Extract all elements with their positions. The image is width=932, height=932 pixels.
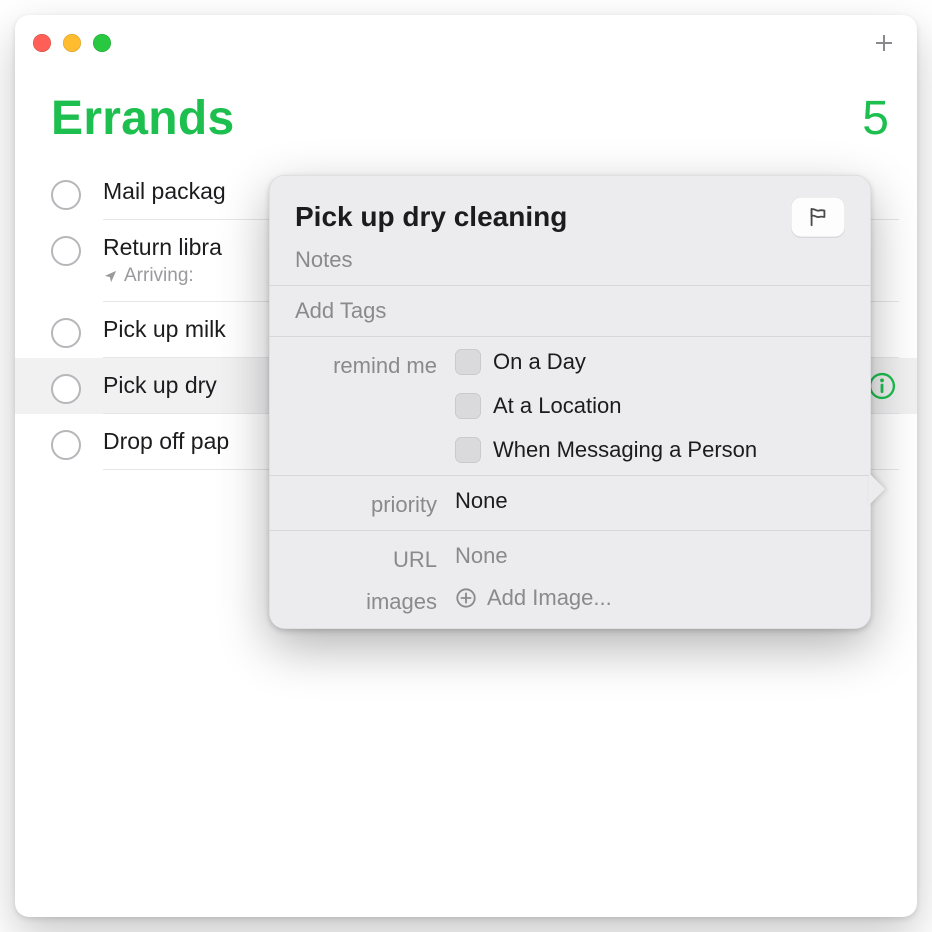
- images-label: images: [295, 585, 437, 615]
- titlebar: [15, 15, 917, 71]
- url-value[interactable]: None: [455, 543, 845, 569]
- info-icon: [868, 372, 896, 400]
- tags-field[interactable]: Add Tags: [295, 298, 845, 324]
- list-header: Errands 5: [15, 71, 917, 164]
- zoom-window-button[interactable]: [93, 34, 111, 52]
- checkbox[interactable]: [455, 437, 481, 463]
- complete-toggle[interactable]: [51, 236, 81, 266]
- complete-toggle[interactable]: [51, 430, 81, 460]
- flag-icon: [807, 206, 829, 228]
- list-count: 5: [862, 91, 889, 146]
- add-image-button[interactable]: Add Image...: [455, 585, 845, 611]
- checkbox[interactable]: [455, 349, 481, 375]
- close-window-button[interactable]: [33, 34, 51, 52]
- list-title: Errands: [51, 91, 235, 146]
- minimize-window-button[interactable]: [63, 34, 81, 52]
- complete-toggle[interactable]: [51, 180, 81, 210]
- plus-circle-icon: [455, 587, 477, 609]
- priority-label: priority: [295, 488, 437, 518]
- remind-me-label: remind me: [295, 349, 437, 379]
- reminder-info-button[interactable]: [867, 371, 897, 401]
- plus-icon: [872, 31, 896, 55]
- remind-on-day-option[interactable]: On a Day: [455, 349, 845, 375]
- remind-at-location-option[interactable]: At a Location: [455, 393, 845, 419]
- popover-title[interactable]: Pick up dry cleaning: [295, 201, 567, 233]
- remind-me-options: On a Day At a Location When Messaging a …: [455, 349, 845, 463]
- url-label: URL: [295, 543, 437, 573]
- checkbox[interactable]: [455, 393, 481, 419]
- flag-button[interactable]: [791, 197, 845, 237]
- reminder-details-popover: Pick up dry cleaning Notes Add Tags remi…: [269, 175, 871, 629]
- notes-field[interactable]: Notes: [295, 247, 845, 273]
- complete-toggle[interactable]: [51, 318, 81, 348]
- priority-value[interactable]: None: [455, 488, 845, 514]
- reminders-window: Errands 5 Mail packag Return libra Arriv…: [15, 15, 917, 917]
- complete-toggle[interactable]: [51, 374, 81, 404]
- remind-when-messaging-option[interactable]: When Messaging a Person: [455, 437, 845, 463]
- new-reminder-button[interactable]: [869, 28, 899, 58]
- window-controls: [33, 34, 111, 52]
- location-arrow-icon: [103, 269, 118, 284]
